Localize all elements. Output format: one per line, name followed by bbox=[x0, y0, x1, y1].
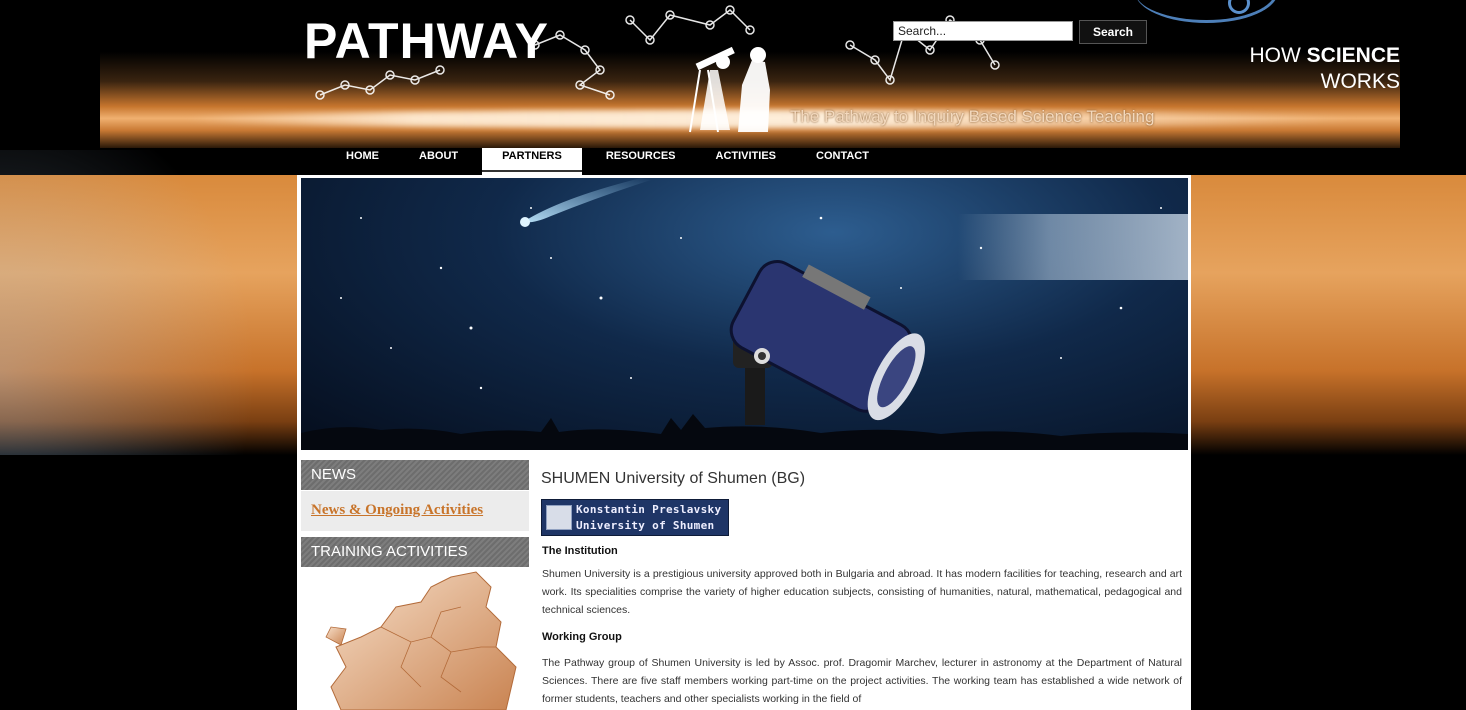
nav-item-contact[interactable]: CONTACT bbox=[796, 148, 889, 175]
europe-map-icon bbox=[325, 571, 517, 710]
main-navigation: HOME ABOUT PARTNERS RESOURCES ACTIVITIES… bbox=[326, 148, 889, 175]
site-tagline: The Pathway to Inquiry Based Science Tea… bbox=[790, 107, 1155, 126]
nav-item-partners[interactable]: PARTNERS bbox=[482, 148, 582, 175]
hero-label-backdrop bbox=[958, 214, 1188, 280]
university-logo-line2: University of Shumen bbox=[576, 519, 715, 532]
site-logo[interactable]: PATHWAY bbox=[304, 12, 549, 70]
news-ongoing-activities-link[interactable]: News & Ongoing Activities bbox=[311, 502, 483, 519]
search-input[interactable] bbox=[893, 21, 1073, 41]
search-button[interactable]: Search bbox=[1079, 20, 1147, 44]
hero-heading-prefix: HOW bbox=[1249, 44, 1307, 67]
institution-paragraph: Shumen University is a prestigious unive… bbox=[542, 568, 1182, 616]
nav-item-home[interactable]: HOME bbox=[326, 148, 399, 175]
working-group-heading: Working Group bbox=[542, 631, 622, 643]
institution-heading: The Institution bbox=[542, 545, 618, 557]
nav-item-resources[interactable]: RESOURCES bbox=[586, 148, 696, 175]
working-group-paragraph: The Pathway group of Shumen University i… bbox=[542, 657, 1182, 705]
nav-item-activities[interactable]: ACTIVITIES bbox=[696, 148, 797, 175]
hero-heading-bold: SCIENCE bbox=[1306, 44, 1400, 67]
hero-heading-line1: HOW SCIENCE bbox=[1249, 44, 1400, 68]
university-emblem-icon bbox=[546, 505, 572, 530]
university-logo-line1: Konstantin Preslavsky bbox=[576, 503, 722, 516]
nav-item-about[interactable]: ABOUT bbox=[399, 148, 478, 175]
page-title: SHUMEN University of Shumen (BG) bbox=[541, 470, 806, 487]
news-heading: NEWS bbox=[301, 460, 529, 490]
training-activities-heading: TRAINING ACTIVITIES bbox=[301, 537, 529, 567]
hero-banner bbox=[301, 178, 1188, 450]
university-logo: Konstantin Preslavsky University of Shum… bbox=[541, 499, 729, 536]
hero-heading-line2: WORKS bbox=[1320, 70, 1400, 93]
europe-map-image[interactable] bbox=[301, 567, 529, 710]
